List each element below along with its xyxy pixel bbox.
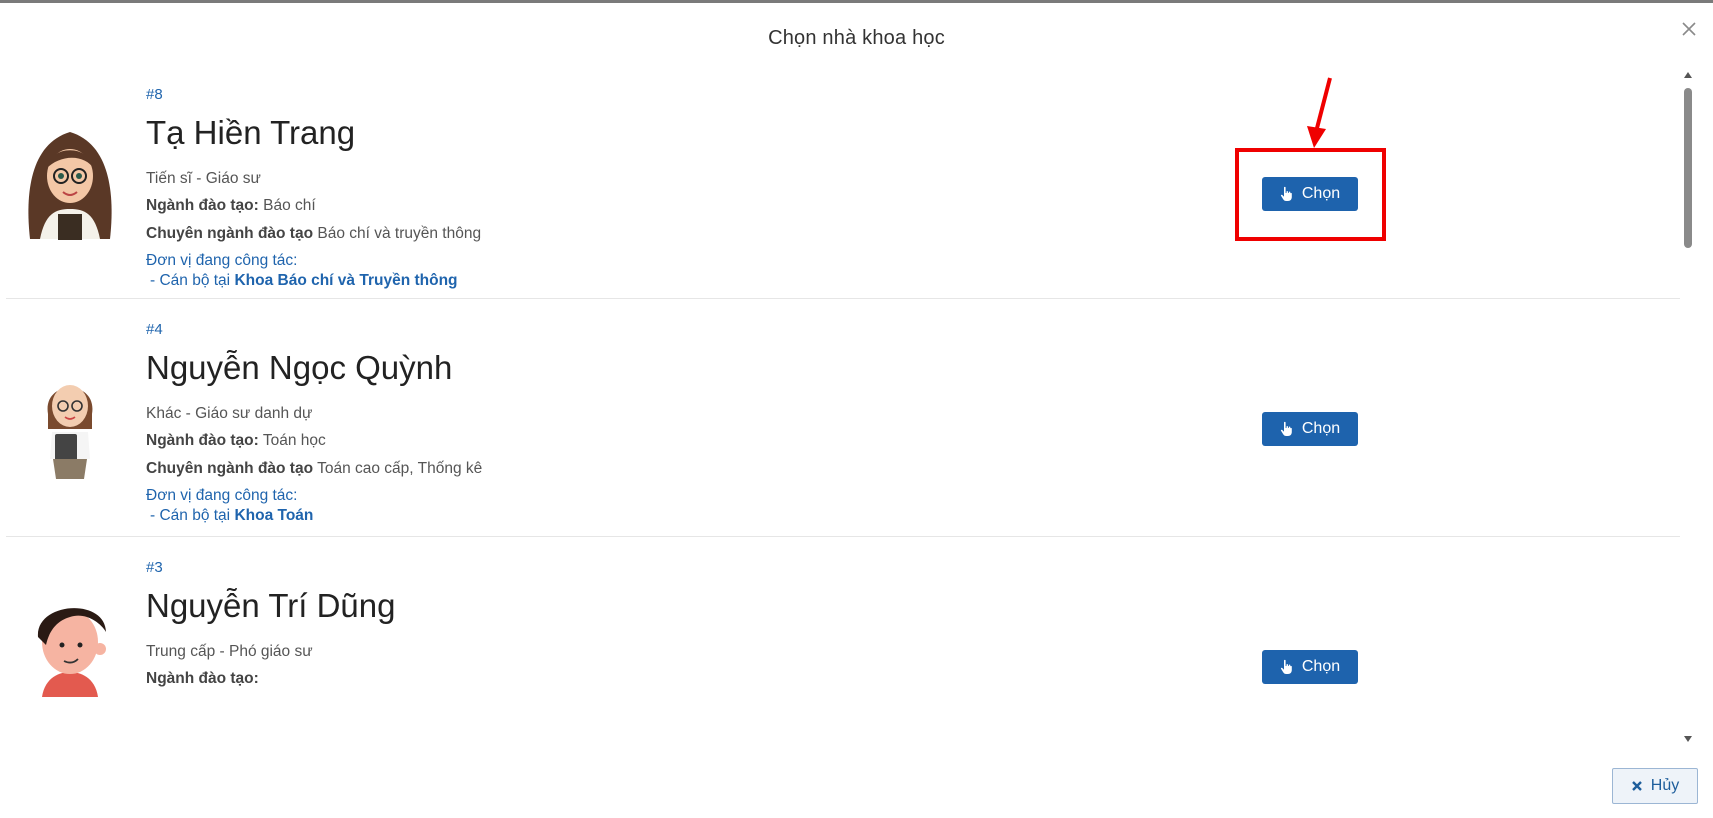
modal-title: Chọn nhà khoa học <box>768 27 945 49</box>
avatar <box>20 587 120 727</box>
field-label: Ngành đào tạo: <box>146 670 259 687</box>
scroll-thumb[interactable] <box>1684 88 1692 248</box>
list-item: #8 Tạ Hiền Trang Tiến sĩ - Giáo sư Ngành… <box>6 64 1680 299</box>
specialty-value: Báo chí và truyền thông <box>317 225 482 242</box>
x-icon <box>1631 781 1642 791</box>
pointer-hand-icon <box>1280 659 1292 674</box>
avatar <box>20 354 120 494</box>
scientist-rank: Trung cấp - Phó giáo sư <box>146 643 313 660</box>
field-row: Ngành đào tạo: Báo chí <box>146 197 316 215</box>
org-label: Đơn vị đang công tác: <box>146 252 298 269</box>
org-prefix: - Cán bộ tại <box>150 272 231 289</box>
select-button-label: Chọn <box>1301 420 1341 437</box>
specialty-value: Toán cao cấp, Thống kê <box>317 460 483 477</box>
pointer-hand-icon <box>1280 421 1292 436</box>
avatar <box>20 114 120 254</box>
scientist-id: #8 <box>146 86 163 103</box>
field-row: Ngành đào tạo: Toán học <box>146 432 326 450</box>
select-button[interactable]: Chọn <box>1262 650 1358 684</box>
scientist-name: Tạ Hiền Trang <box>146 114 356 151</box>
scientist-list[interactable]: #8 Tạ Hiền Trang Tiến sĩ - Giáo sư Ngành… <box>6 64 1680 752</box>
cancel-button-label: Hủy <box>1650 777 1680 794</box>
org-line: - Cán bộ tại Khoa Báo chí và Truyền thôn… <box>150 272 458 290</box>
field-row: Ngành đào tạo: <box>146 670 259 688</box>
scientist-rank: Tiến sĩ - Giáo sư <box>146 170 261 187</box>
specialty-row: Chuyên ngành đào tạo Toán cao cấp, Thống… <box>146 460 482 478</box>
scientist-id: #4 <box>146 321 163 338</box>
select-button-label: Chọn <box>1301 658 1341 675</box>
specialty-row: Chuyên ngành đào tạo Báo chí và truyền t… <box>146 225 481 243</box>
annotation-arrow-icon <box>1307 77 1332 148</box>
list-item: #3 Nguyễn Trí Dũng Trung cấp - Phó giáo … <box>6 537 1680 752</box>
specialty-label: Chuyên ngành đào tạo <box>146 460 314 477</box>
select-button[interactable]: Chọn <box>1262 412 1358 446</box>
scientist-name: Nguyễn Ngọc Quỳnh <box>146 349 453 386</box>
field-value: Toán học <box>262 432 326 449</box>
org-link[interactable]: Khoa Báo chí và Truyền thông <box>234 272 457 289</box>
org-link[interactable]: Khoa Toán <box>234 507 313 524</box>
cancel-button[interactable]: Hủy <box>1612 768 1698 804</box>
field-value: Báo chí <box>263 197 316 214</box>
scientist-rank: Khác - Giáo sư danh dự <box>146 405 313 422</box>
scroll-down-arrow-icon[interactable] <box>1683 734 1693 744</box>
scroll-up-arrow-icon[interactable] <box>1683 70 1693 80</box>
scientist-id: #3 <box>146 559 163 576</box>
highlight-box <box>1235 148 1386 241</box>
close-icon[interactable] <box>1679 19 1699 39</box>
field-label: Ngành đào tạo: <box>146 432 259 449</box>
list-item: #4 Nguyễn Ngọc Quỳnh Khác - Giáo sư danh… <box>6 299 1680 537</box>
org-line: - Cán bộ tại Khoa Toán <box>150 507 313 525</box>
field-label: Ngành đào tạo: <box>146 197 259 214</box>
org-label: Đơn vị đang công tác: <box>146 487 298 504</box>
specialty-label: Chuyên ngành đào tạo <box>146 225 314 242</box>
scientist-name: Nguyễn Trí Dũng <box>146 587 396 624</box>
org-prefix: - Cán bộ tại <box>150 507 231 524</box>
